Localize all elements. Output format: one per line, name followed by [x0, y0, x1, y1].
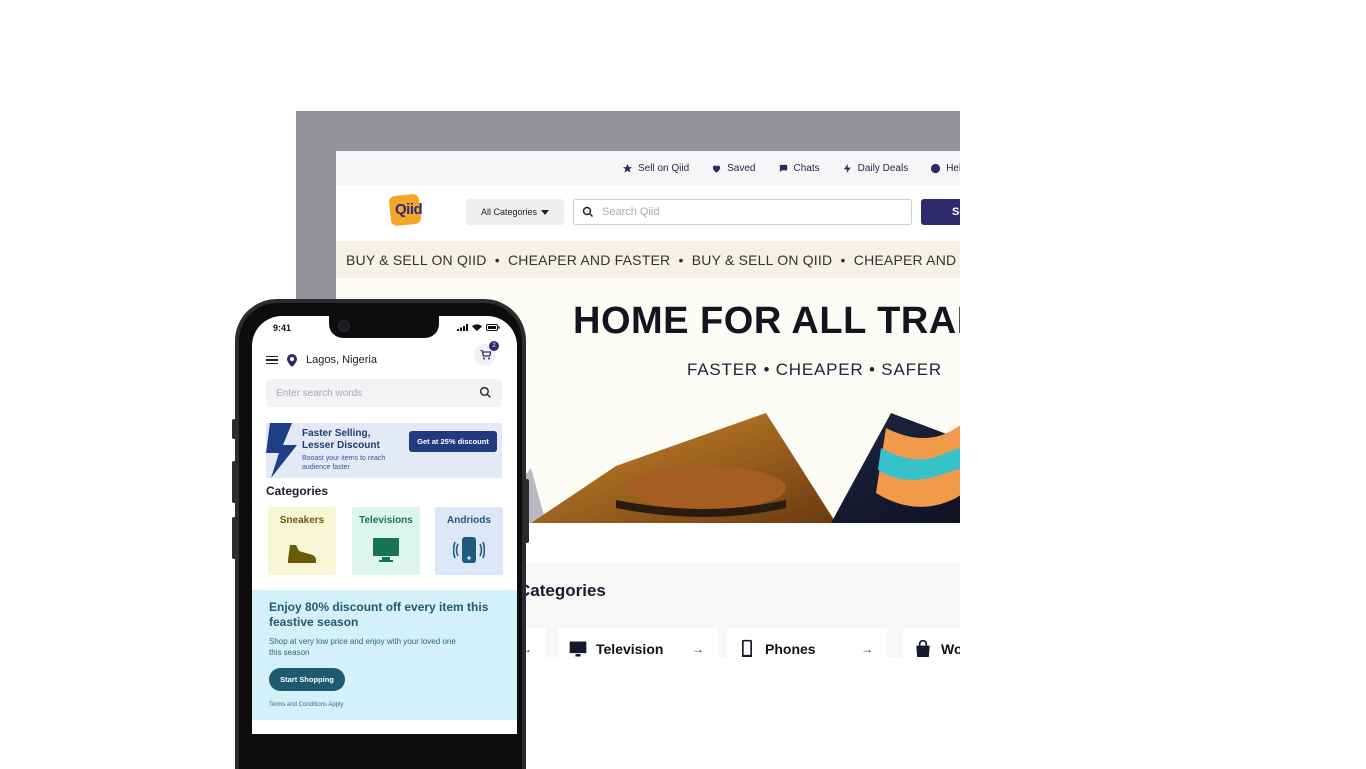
category-card-television[interactable]: Television →: [558, 628, 718, 657]
category-label-phones: Phones: [765, 641, 816, 657]
sell-on-qiid-link[interactable]: Sell on Qiid: [622, 163, 689, 174]
desktop-topbar: Sell on Qiid Saved Chats Daily Deals Hel…: [336, 151, 960, 185]
terms-link[interactable]: Terms and Conditions Apply: [269, 702, 343, 708]
marquee-text: BUY & SELL ON QIID • CHEAPER AND FASTER …: [346, 251, 960, 268]
chats-label: Chats: [793, 162, 820, 174]
sell-on-qiid-label: Sell on Qiid: [638, 162, 690, 174]
phone-icon: [742, 639, 752, 657]
hero-subtitle: FASTER • CHEAPER • SAFER: [687, 360, 942, 379]
daily-deals-label: Daily Deals: [857, 162, 909, 174]
monitor-icon: [373, 538, 399, 562]
deal-title: Enjoy 80% discount off every item this f…: [269, 600, 489, 629]
star-icon: [622, 163, 633, 173]
hero-product-collage: [486, 413, 960, 523]
camera-icon: [338, 320, 350, 332]
promo-title: Faster Selling, Lesser Discount: [302, 428, 380, 451]
qiid-logo[interactable]: Qiid: [388, 193, 434, 227]
cart-count-badge: 2: [489, 341, 499, 351]
status-time: 9:41: [273, 323, 292, 333]
search-button[interactable]: Search: [921, 199, 960, 225]
chat-icon: [779, 164, 787, 172]
mobile-search-input[interactable]: Enter search words: [266, 379, 502, 407]
promo-description: Booast your items to reach audience fast…: [302, 455, 386, 471]
mobile-categories-title: Categories: [266, 484, 329, 498]
phone-mute-button: [232, 419, 236, 439]
heart-icon: [712, 165, 721, 173]
desktop-categories-title: Categories: [518, 581, 606, 600]
location-pin-icon: [287, 353, 297, 367]
start-shopping-label: Start Shopping: [280, 675, 334, 684]
location-label[interactable]: Lagos, Nigeria: [306, 354, 377, 366]
phone-screen: 9:41 Lagos, Nigeria 2 Enter search words: [252, 316, 517, 734]
arrow-right-icon: →: [692, 642, 704, 656]
mobile-category-andriods[interactable]: Andriods: [435, 507, 503, 575]
promo-banner: Faster Selling, Lesser Discount Booast y…: [266, 423, 502, 478]
mobile-category-andriods-label: Andriods: [447, 515, 491, 526]
mobile-category-sneakers-label: Sneakers: [279, 515, 325, 526]
cart-button[interactable]: 2: [474, 341, 499, 366]
phone-vibrate-icon: [453, 537, 485, 563]
status-icons: [457, 324, 500, 331]
shopping-bag-icon: [916, 639, 930, 657]
wifi-icon: [472, 324, 482, 331]
search-icon[interactable]: [479, 386, 492, 399]
battery-icon: [486, 324, 500, 331]
search-placeholder: Search Qiid: [602, 206, 660, 218]
phone-volume-up-button: [232, 461, 236, 503]
arrow-right-icon: →: [861, 642, 873, 656]
category-card-wo[interactable]: Wo: [903, 628, 960, 657]
desktop-search-input[interactable]: Search Qiid: [573, 199, 912, 225]
deal-description: Shop at very low price and enjoy with yo…: [269, 637, 456, 657]
mobile-category-televisions[interactable]: Televisions: [352, 507, 420, 575]
lightning-icon: [266, 423, 297, 478]
mobile-category-sneakers[interactable]: Sneakers: [268, 507, 336, 575]
start-shopping-button[interactable]: Start Shopping: [269, 668, 345, 691]
promo-discount-button[interactable]: Get at 25% discount: [409, 431, 497, 452]
promo-discount-label: Get at 25% discount: [417, 437, 489, 446]
help-label: Help: [946, 162, 960, 174]
phone-power-button: [525, 479, 529, 543]
search-icon: [582, 206, 594, 218]
category-select-label: All Categories: [480, 207, 538, 217]
hero-title: HOME FOR ALL TRADERS: [573, 300, 960, 342]
cart-icon: [479, 350, 491, 360]
phone-mockup: 9:41 Lagos, Nigeria 2 Enter search words: [232, 299, 529, 769]
category-select[interactable]: All Categories: [466, 199, 564, 225]
monitor-icon: [569, 641, 587, 657]
category-label-wo: Wo: [941, 641, 960, 657]
saved-label: Saved: [727, 162, 756, 174]
signal-icon: [457, 324, 468, 331]
category-card-phones[interactable]: Phones →: [727, 628, 887, 657]
marquee-banner: BUY & SELL ON QIID • CHEAPER AND FASTER …: [336, 241, 960, 278]
phone-volume-down-button: [232, 517, 236, 559]
help-icon: [931, 163, 941, 173]
phone-bezel: 9:41 Lagos, Nigeria 2 Enter search words: [239, 303, 522, 769]
saved-link[interactable]: Saved: [711, 162, 756, 174]
chats-link[interactable]: Chats: [778, 163, 820, 174]
daily-deals-link[interactable]: Daily Deals: [842, 162, 909, 174]
phone-notch: [329, 316, 439, 338]
location-row: Lagos, Nigeria: [266, 350, 506, 370]
lightning-icon: [843, 163, 851, 173]
desktop-header: Qiid All Categories Search Qiid Search: [336, 185, 960, 241]
sneaker-icon: [288, 545, 316, 563]
sneaker-shape: [626, 466, 786, 510]
search-button-label: Search: [952, 206, 960, 218]
category-label-television: Television: [596, 641, 664, 657]
logo-text: Qiid: [395, 201, 423, 218]
caret-down-icon: [541, 209, 550, 215]
mobile-search-placeholder: Enter search words: [276, 387, 363, 399]
mobile-category-televisions-label: Televisions: [359, 515, 413, 526]
deal-banner: Enjoy 80% discount off every item this f…: [252, 590, 517, 720]
hamburger-menu-icon[interactable]: [266, 355, 278, 365]
help-link[interactable]: Help: [930, 163, 960, 174]
